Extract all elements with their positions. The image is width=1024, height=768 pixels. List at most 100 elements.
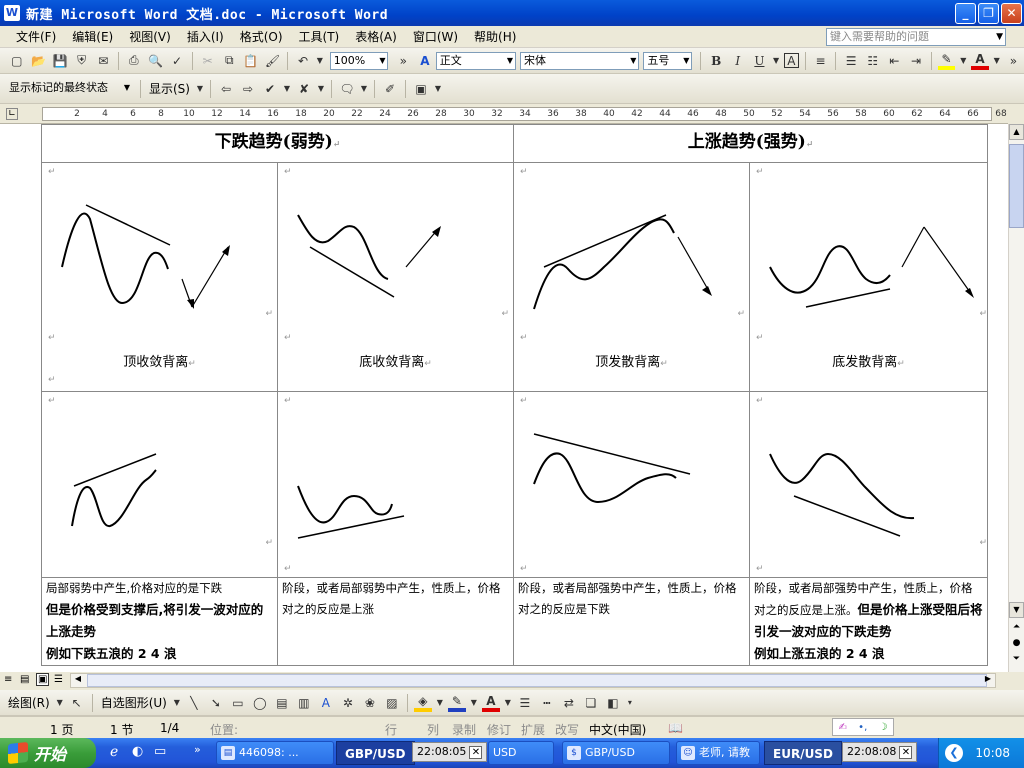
restore-button[interactable]: ❐ (978, 3, 999, 24)
taskbar-item-usd[interactable]: USD (488, 741, 554, 765)
permission-icon[interactable]: ⛨ (73, 52, 91, 70)
ime-toolbar[interactable]: ✍ •, ☽ (832, 718, 894, 736)
tray-arrow-icon[interactable]: ❮ (945, 744, 963, 762)
ruler-scale[interactable]: 2 4 6 8 10 12 14 16 18 20 22 24 26 28 30 32 34 36 38 40 42 44… (42, 107, 1007, 121)
chevron-down-icon[interactable]: ▼ (196, 80, 204, 98)
reviewing-pane-icon[interactable]: ▣ (412, 80, 430, 98)
print-icon[interactable]: ⎙ (125, 52, 143, 70)
table-cell[interactable]: ↵ ↵ (276, 391, 515, 578)
menu-tools[interactable]: 工具(T) (291, 28, 348, 45)
web-layout-icon[interactable]: ▤ (20, 674, 29, 685)
highlight-icon[interactable]: ✎ (937, 52, 956, 70)
text-box-icon[interactable]: ▤ (273, 694, 291, 712)
email-icon[interactable]: ✉ (94, 52, 112, 70)
time-box-2[interactable]: 22:08:08 ✕ (842, 742, 918, 762)
close-icon[interactable]: ✕ (899, 746, 913, 759)
outline-view-icon[interactable]: ☰ (54, 674, 63, 685)
ime-punct-icon[interactable]: •, (858, 722, 867, 733)
chevron-down-icon[interactable]: ▾ (626, 694, 634, 712)
scroll-right-icon[interactable]: ▶ (981, 674, 995, 687)
chevron-down-icon[interactable]: ▼ (360, 80, 368, 98)
styles-pane-icon[interactable]: A (416, 52, 434, 70)
dash-style-icon[interactable]: ┅ (538, 694, 556, 712)
vertical-text-box-icon[interactable]: ▥ (295, 694, 313, 712)
chevron-down-icon[interactable]: ▼ (772, 52, 780, 70)
chevron-down-icon[interactable]: ▼ (504, 694, 512, 712)
align-center-icon[interactable]: ≡ (812, 52, 830, 70)
font-color-icon[interactable]: A (971, 52, 989, 70)
help-search-input[interactable]: 键入需要帮助的问题 ▼ (826, 28, 1006, 46)
document-area[interactable]: 下跌趋势(弱势)↵ 上涨趋势(强势)↵ ↵ ↵ ↵ 顶收敛背离↵ ↵ ↵ ↵ ↵… (0, 124, 1008, 672)
select-browse-object-icon[interactable]: ● (1009, 638, 1024, 652)
taskbar-item-gbpusd[interactable]: $ GBP/USD (562, 741, 670, 765)
next-change-icon[interactable]: ⇨ (239, 80, 257, 98)
chevron-down-icon[interactable]: ▼ (316, 52, 324, 70)
rectangle-icon[interactable]: ▭ (229, 694, 247, 712)
table-cell[interactable]: 阶段，或者局部强势中产生，性质上，价格对之的反应是上涨。但是价格上涨受阻后将引发… (749, 577, 989, 666)
copy-icon[interactable]: ⧉ (220, 52, 238, 70)
menu-insert[interactable]: 插入(I) (179, 28, 232, 45)
open-folder-icon[interactable]: 📂 (30, 52, 48, 70)
horizontal-scroll-thumb[interactable] (87, 674, 987, 687)
table-cell[interactable]: ↵ ↵ ↵ (749, 391, 989, 578)
style-select[interactable]: 正文 ▼ (435, 51, 516, 70)
show-desktop-icon[interactable]: ▭ (154, 744, 166, 759)
table-cell[interactable]: ↵ ↵ (513, 391, 751, 578)
line-icon[interactable]: ╲ (185, 694, 203, 712)
normal-view-icon[interactable]: ≡ (4, 674, 12, 685)
table-header-cell[interactable]: 上涨趋势(强势)↵ (513, 124, 989, 163)
table-cell[interactable]: 局部弱势中产生,价格对应的是下跌 但是价格受到支撑后,将引发一波对应的上涨走势 … (41, 577, 278, 666)
ime-pen-icon[interactable]: ✍ (839, 722, 847, 733)
reject-change-icon[interactable]: ✘ (295, 80, 313, 98)
table-cell[interactable]: ↵ ↵ ↵ 底收敛背离↵ (276, 162, 515, 392)
scroll-thumb[interactable] (1009, 144, 1024, 228)
print-preview-icon[interactable]: 🔍 (147, 52, 165, 70)
undo-icon[interactable]: ↶ (294, 52, 312, 70)
chevron-down-icon[interactable]: ▼ (283, 80, 291, 98)
status-extend[interactable]: 扩展 (521, 721, 545, 738)
italic-button[interactable]: I (729, 52, 747, 70)
table-cell[interactable]: 阶段，或者局部弱势中产生，性质上，价格对之的反应是上涨 (276, 577, 515, 666)
toolbar-options-icon[interactable]: » (1005, 52, 1023, 70)
menu-view[interactable]: 视图(V) (121, 28, 179, 45)
word-app-icon[interactable]: W (4, 5, 20, 21)
menu-edit[interactable]: 编辑(E) (64, 28, 121, 45)
numbering-icon[interactable]: ☰ (842, 52, 860, 70)
cut-icon[interactable]: ✂ (199, 52, 217, 70)
table-cell[interactable]: ↵ ↵ (41, 391, 278, 578)
chevron-down-icon[interactable]: ▼ (959, 52, 967, 70)
horizontal-ruler[interactable]: ∟ 2 4 6 8 10 12 14 16 18 20 22 24 26 28 30 32 34 36 38 40 42… (0, 104, 1008, 124)
clock[interactable]: 10:08 (975, 746, 1010, 760)
minimize-button[interactable]: _ (955, 3, 976, 24)
print-layout-icon[interactable]: ▣ (36, 673, 50, 686)
chevron-down-icon[interactable]: ▼ (434, 80, 442, 98)
underline-button[interactable]: U (751, 52, 769, 70)
markup-display-select[interactable]: 显示标记的最终状态 ▼ (6, 80, 132, 98)
next-page-icon[interactable]: ⏷ (1009, 654, 1024, 668)
save-icon[interactable]: 💾 (51, 52, 69, 70)
increase-indent-icon[interactable]: ⇥ (907, 52, 925, 70)
previous-page-icon[interactable]: ⏶ (1009, 622, 1024, 636)
paste-icon[interactable]: 📋 (242, 52, 260, 70)
oval-icon[interactable]: ◯ (251, 694, 269, 712)
line-style-icon[interactable]: ☰ (516, 694, 534, 712)
status-overwrite[interactable]: 改写 (555, 721, 579, 738)
toolbar-options-icon[interactable]: » (394, 52, 412, 70)
tab-stop-selector[interactable]: ∟ (6, 108, 18, 120)
close-icon[interactable]: ✕ (469, 746, 483, 759)
previous-change-icon[interactable]: ⇦ (217, 80, 235, 98)
chevron-down-icon[interactable]: ▼ (173, 694, 181, 712)
quick-launch-icon[interactable]: ◐ (132, 744, 143, 759)
close-button[interactable]: ✕ (1001, 3, 1022, 24)
insert-comment-icon[interactable]: 🗨 (338, 80, 356, 98)
bold-button[interactable]: B (707, 52, 725, 70)
menu-help[interactable]: 帮助(H) (466, 28, 524, 45)
scroll-left-icon[interactable]: ◀ (71, 674, 85, 687)
menu-window[interactable]: 窗口(W) (405, 28, 466, 45)
status-record[interactable]: 录制 (452, 721, 476, 738)
scroll-down-icon[interactable]: ▼ (1009, 602, 1024, 618)
accept-change-icon[interactable]: ✔ (261, 80, 279, 98)
track-changes-icon[interactable]: ✐ (381, 80, 399, 98)
chevron-down-icon[interactable]: ▼ (56, 694, 64, 712)
show-menu-button[interactable]: 显示(S) (149, 80, 190, 97)
